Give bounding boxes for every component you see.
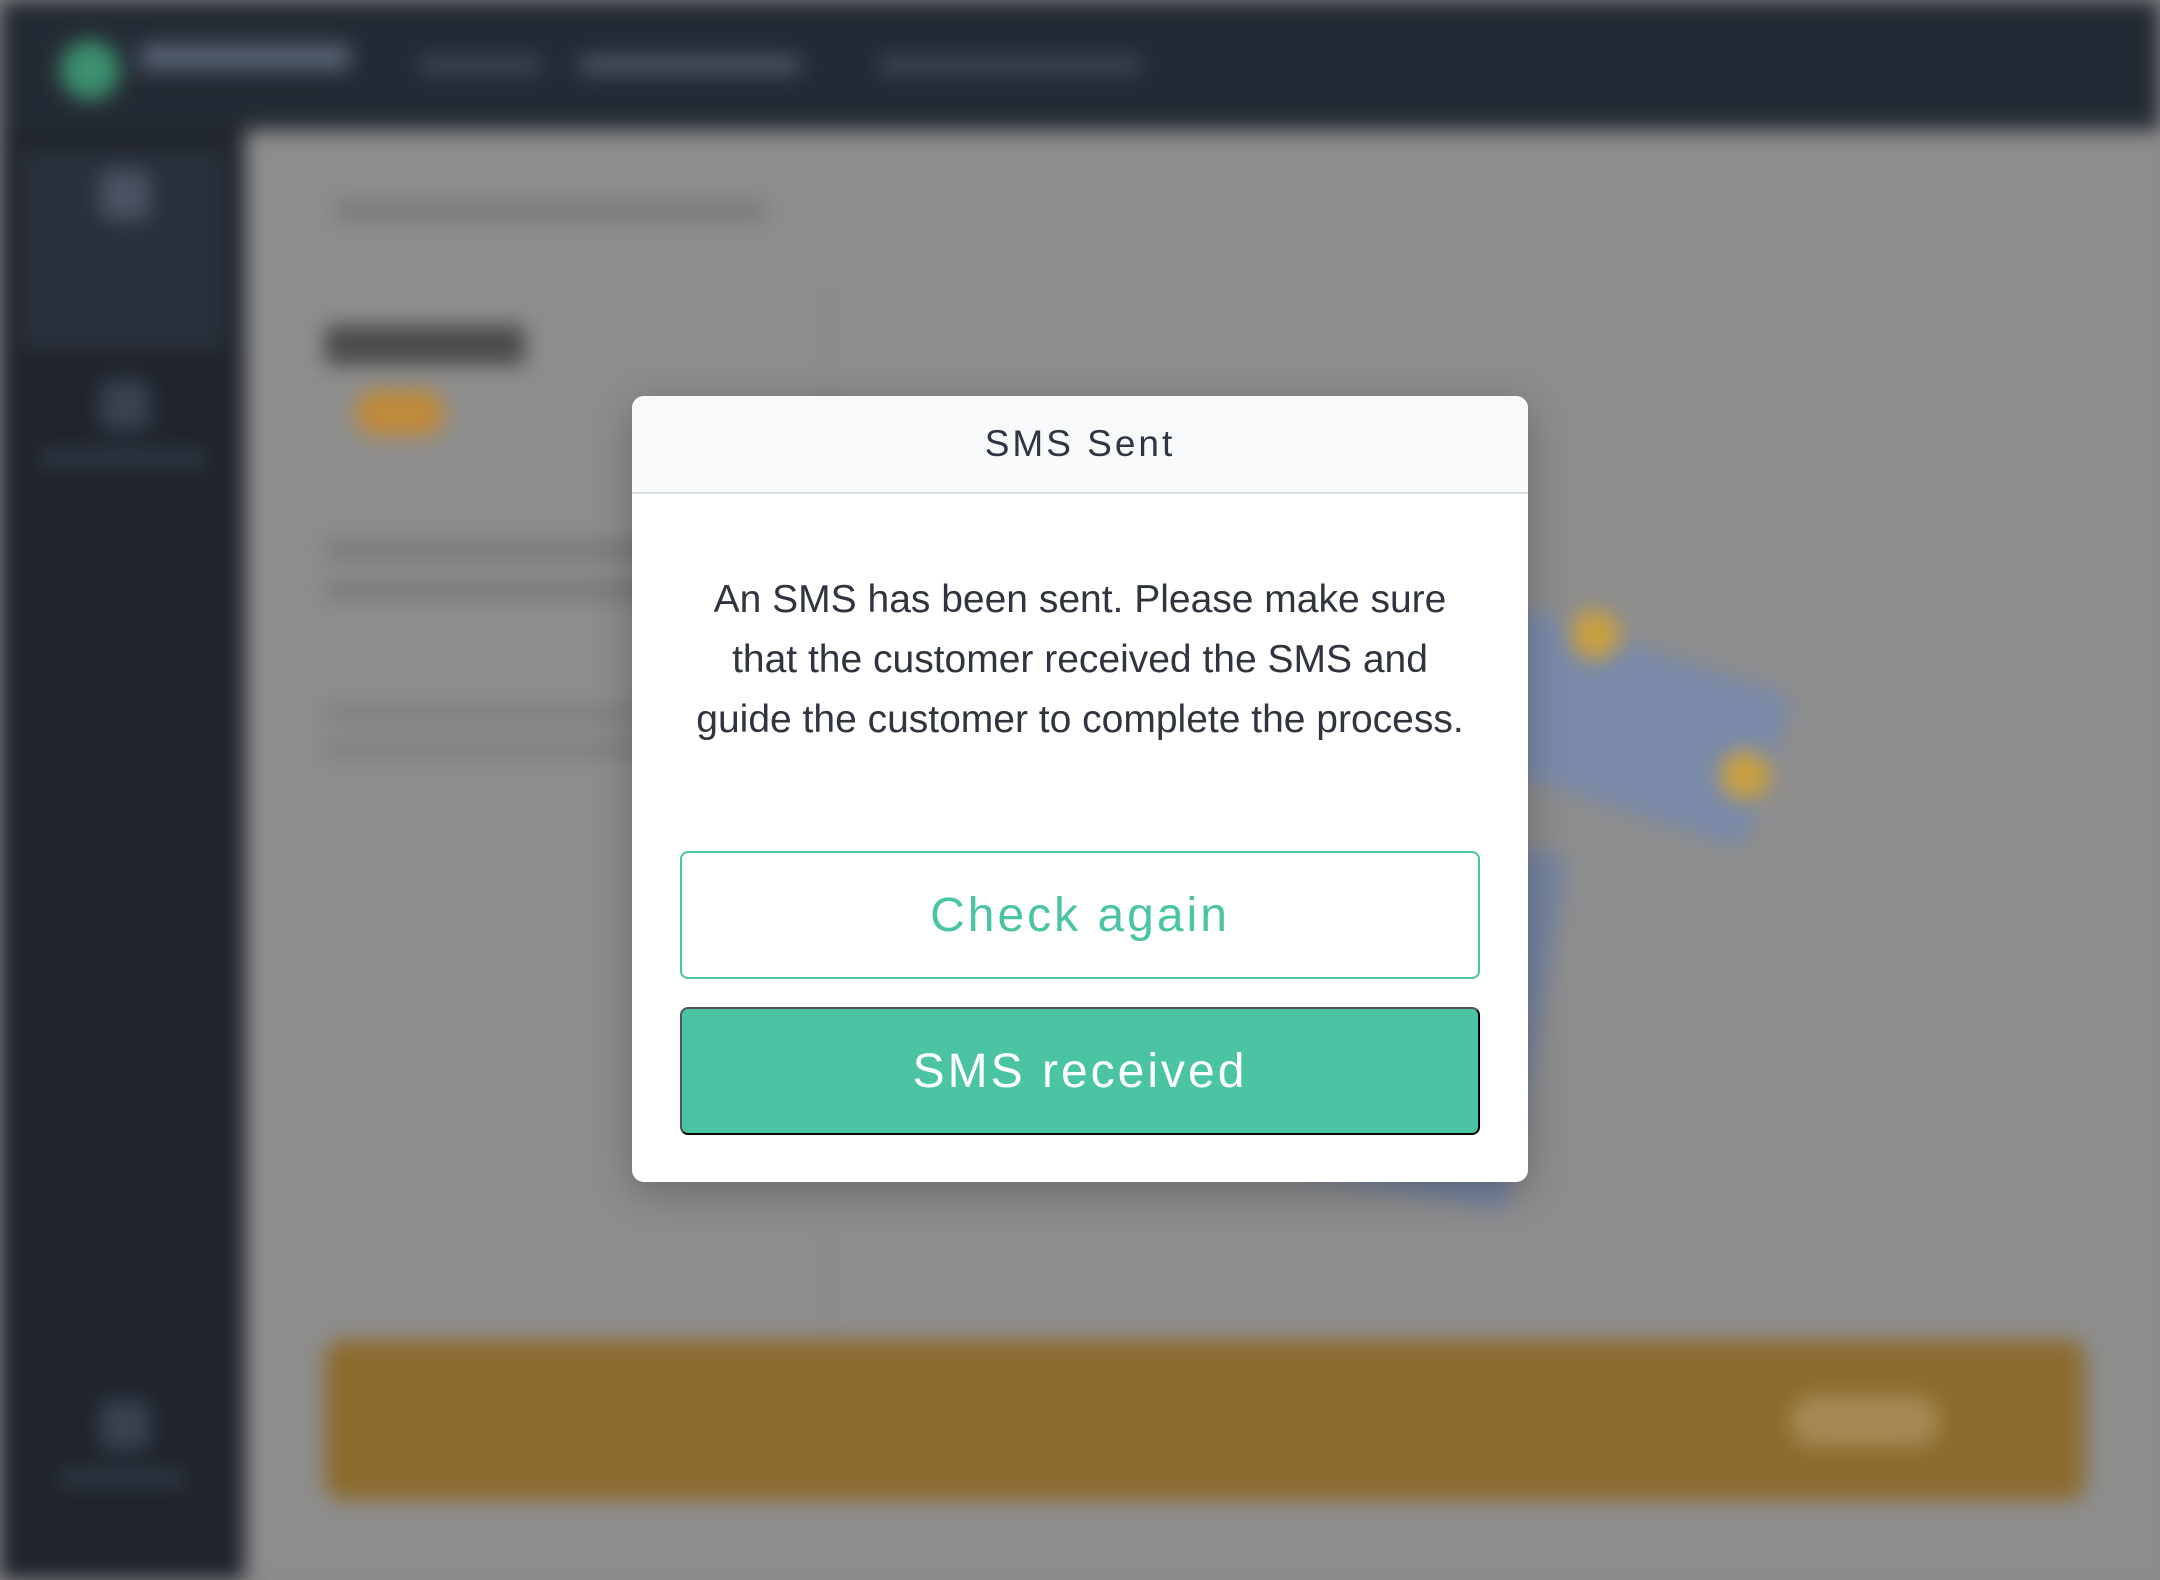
sidebar-icon [100,1400,150,1450]
dialog-header: SMS Sent [632,396,1528,494]
page-title [325,325,525,365]
banner-button [1790,1395,1940,1447]
illustration-dot [1720,750,1770,800]
text-line [325,580,655,600]
sidebar-item-label [60,1470,185,1486]
sidebar-icon [100,170,150,220]
top-navigation-bar [0,0,2160,130]
dialog-body: An SMS has been sent. Please make sure t… [632,494,1528,750]
sidebar [0,130,245,1580]
sms-sent-dialog: SMS Sent An SMS has been sent. Please ma… [632,396,1528,1182]
top-nav-item [580,56,800,74]
breadcrumb [335,200,765,222]
sms-received-button[interactable]: SMS received [680,1007,1480,1135]
top-nav-item [880,56,1140,74]
status-badge [355,390,445,436]
illustration-dot [1570,610,1620,660]
app-logo [60,40,120,100]
dialog-message: An SMS has been sent. Please make sure t… [696,578,1464,741]
check-again-button[interactable]: Check again [680,851,1480,979]
dialog-title: SMS Sent [984,423,1176,464]
top-nav-item [420,56,540,74]
sidebar-icon [100,380,150,430]
sidebar-item-label [40,450,205,466]
app-logo-text [140,44,350,70]
bottom-banner [325,1340,2085,1500]
